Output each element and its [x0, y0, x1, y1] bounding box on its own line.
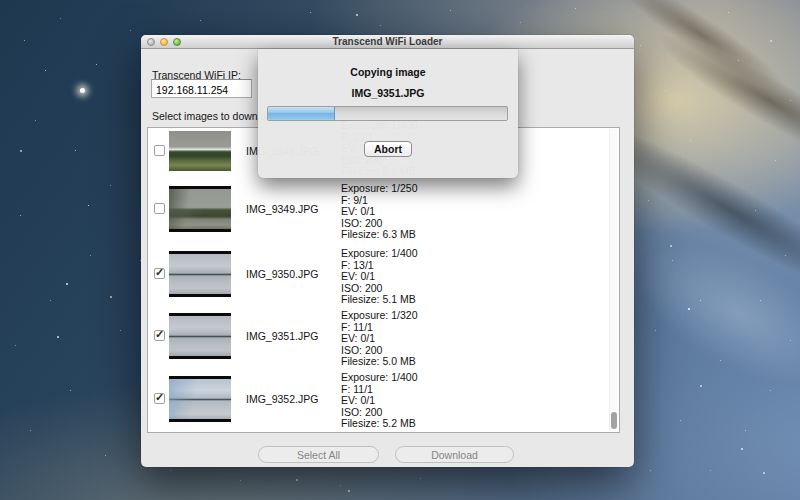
progress-bar — [267, 106, 508, 121]
image-thumbnail — [169, 186, 231, 232]
image-thumbnail — [169, 376, 231, 422]
titlebar[interactable]: Transcend WiFi Loader — [141, 35, 634, 49]
image-thumbnail — [169, 313, 231, 359]
image-exif: Exposure: 1/400F: 11/1EV: 0/1ISO: 200Fil… — [341, 372, 417, 430]
image-checkbox[interactable]: ✓ — [154, 268, 165, 279]
progress-fill — [268, 107, 335, 120]
ip-input[interactable]: 192.168.11.254 — [151, 79, 252, 98]
scrollbar-thumb[interactable] — [611, 412, 617, 429]
sheet-filename: IMG_9351.JPG — [258, 87, 518, 99]
app-window: Transcend WiFi Loader Transcend WiFi IP:… — [141, 35, 634, 467]
bright-star — [80, 88, 85, 93]
image-thumbnail — [169, 251, 231, 297]
image-checkbox[interactable] — [154, 145, 165, 156]
image-thumbnail — [169, 131, 231, 171]
download-button[interactable]: Download — [395, 446, 514, 463]
image-exif: Exposure: 1/400F: 13/1EV: 0/1ISO: 200Fil… — [341, 248, 417, 306]
image-checkbox[interactable]: ✓ — [154, 330, 165, 341]
stars — [0, 0, 2, 2]
image-checkbox[interactable] — [154, 203, 165, 214]
sheet-title: Copying image — [258, 66, 518, 78]
image-filename: IMG_9349.JPG — [246, 203, 318, 215]
image-filename: IMG_9352.JPG — [246, 393, 318, 405]
image-checkbox[interactable]: ✓ — [154, 393, 165, 404]
copy-progress-sheet: Copying image IMG_9351.JPG Abort — [258, 49, 518, 178]
image-exif: Exposure: 1/250F: 9/1EV: 0/1ISO: 200File… — [341, 183, 417, 241]
select-all-button[interactable]: Select All — [258, 446, 379, 463]
scrollbar-track[interactable] — [609, 129, 618, 431]
image-exif: Exposure: 1/320F: 11/1EV: 0/1ISO: 200Fil… — [341, 310, 417, 368]
image-filename: IMG_9351.JPG — [246, 330, 318, 342]
image-filename: IMG_9350.JPG — [246, 268, 318, 280]
window-title: Transcend WiFi Loader — [141, 36, 634, 47]
abort-button[interactable]: Abort — [364, 141, 412, 157]
